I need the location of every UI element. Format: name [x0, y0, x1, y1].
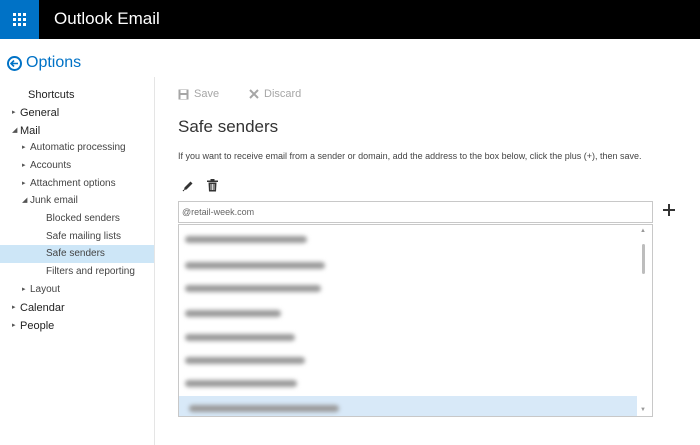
- app-title: Outlook Email: [54, 9, 160, 28]
- caret-right-icon: ▸: [12, 322, 16, 329]
- list-item[interactable]: [179, 255, 637, 276]
- list-item[interactable]: [179, 303, 637, 324]
- caret-right-icon: ▸: [22, 162, 26, 169]
- sidebar-divider: [154, 77, 155, 445]
- sidebar-item-label: Calendar: [20, 302, 65, 314]
- sidebar-item-shortcuts[interactable]: Shortcuts: [28, 86, 74, 104]
- sidebar-item-general[interactable]: ▸ General: [12, 104, 59, 122]
- caret-right-icon: ▸: [22, 286, 26, 293]
- list-item[interactable]: [179, 327, 637, 348]
- sidebar-item-automatic-processing[interactable]: ▸ Automatic processing: [22, 139, 126, 157]
- sidebar-item-label: Automatic processing: [30, 142, 126, 153]
- safe-sender-input[interactable]: [178, 201, 653, 223]
- discard-button[interactable]: Discard: [249, 88, 301, 100]
- caret-right-icon: ▸: [12, 109, 16, 116]
- sidebar-item-label: Shortcuts: [28, 89, 75, 101]
- scroll-up-icon[interactable]: ▲: [640, 228, 646, 234]
- sidebar-item-calendar[interactable]: ▸ Calendar: [12, 299, 65, 317]
- sidebar-item-label: Blocked senders: [46, 213, 120, 224]
- sidebar-item-layout[interactable]: ▸ Layout: [22, 281, 60, 299]
- safe-senders-list[interactable]: ▲ ▼: [178, 224, 653, 417]
- sidebar-item-accounts[interactable]: ▸ Accounts: [22, 157, 71, 175]
- pencil-icon[interactable]: [182, 180, 194, 192]
- sidebar-item-filters-and-reporting[interactable]: Filters and reporting: [46, 263, 135, 281]
- sidebar-item-label: Accounts: [30, 160, 72, 171]
- sidebar-item-label: Layout: [30, 284, 61, 295]
- sidebar-item-label: Attachment options: [30, 178, 116, 189]
- list-item[interactable]: [179, 229, 637, 250]
- save-icon: [178, 89, 189, 99]
- caret-down-icon: ◢: [22, 197, 28, 204]
- sidebar-item-label: Safe mailing lists: [46, 231, 122, 242]
- sidebar-item-attachment-options[interactable]: ▸ Attachment options: [22, 175, 116, 193]
- sidebar-item-label: Mail: [20, 125, 41, 137]
- scroll-down-icon[interactable]: ▼: [640, 407, 646, 413]
- sidebar-item-mail[interactable]: ◢ Mail: [12, 122, 40, 140]
- caret-right-icon: ▸: [12, 304, 16, 311]
- sidebar-item-safe-senders[interactable]: Safe senders: [46, 245, 105, 263]
- top-bar: Outlook Email: [0, 0, 700, 39]
- sidebar-item-label: People: [20, 320, 55, 332]
- trash-icon[interactable]: [207, 179, 218, 192]
- description-text: If you want to receive email from a send…: [178, 151, 642, 161]
- list-item[interactable]: [179, 278, 637, 299]
- scrollbar[interactable]: ▲ ▼: [636, 225, 652, 416]
- add-plus-button[interactable]: [662, 203, 676, 217]
- caret-right-icon: ▸: [22, 144, 26, 151]
- options-back-link[interactable]: Options: [7, 54, 81, 72]
- sidebar-item-blocked-senders[interactable]: Blocked senders: [46, 210, 120, 228]
- page-title: Safe senders: [178, 117, 279, 136]
- sidebar-item-people[interactable]: ▸ People: [12, 317, 54, 335]
- caret-right-icon: ▸: [22, 180, 26, 187]
- list-item-selected[interactable]: [179, 396, 637, 416]
- close-icon: [249, 89, 259, 99]
- save-label: Save: [194, 88, 220, 100]
- sidebar-item-label: Filters and reporting: [46, 266, 135, 277]
- sidebar-item-safe-mailing-lists[interactable]: Safe mailing lists: [46, 228, 121, 246]
- discard-label: Discard: [264, 88, 302, 100]
- sidebar-item-junk-email[interactable]: ◢ Junk email: [22, 192, 78, 210]
- app-launcher-button[interactable]: [0, 0, 39, 39]
- scroll-thumb[interactable]: [642, 244, 645, 274]
- sidebar-item-label: General: [20, 107, 60, 119]
- back-arrow-icon: [7, 55, 22, 71]
- save-button[interactable]: Save: [178, 88, 219, 100]
- list-item[interactable]: [179, 373, 637, 394]
- sidebar-item-label: Safe senders: [46, 248, 105, 259]
- caret-down-icon: ◢: [12, 127, 18, 134]
- waffle-icon: [13, 13, 26, 26]
- options-label: Options: [26, 54, 82, 71]
- sidebar-item-label: Junk email: [30, 195, 78, 206]
- list-item[interactable]: [179, 350, 637, 371]
